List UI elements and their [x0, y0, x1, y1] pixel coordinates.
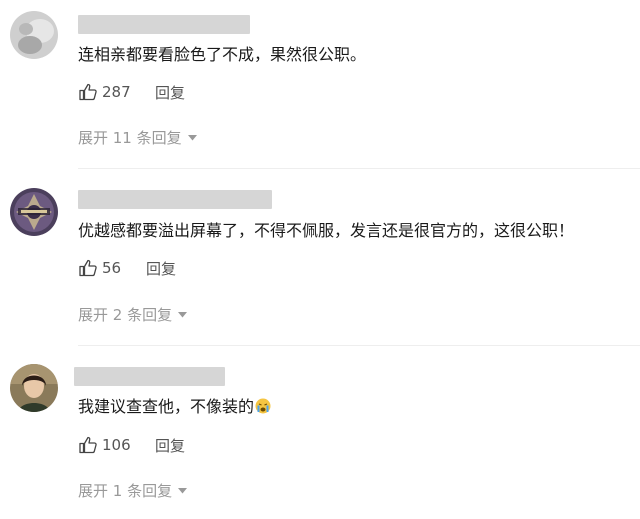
avatar-emblem-icon [10, 188, 58, 236]
divider [78, 168, 640, 169]
avatar-portrait-icon [10, 364, 58, 412]
avatar-photo-icon [10, 11, 58, 59]
reply-button[interactable]: 回复 [155, 436, 185, 456]
like-count: 106 [102, 436, 131, 454]
expand-replies-button[interactable]: 展开 2 条回复 [78, 305, 188, 325]
avatar[interactable] [10, 11, 58, 59]
divider [78, 345, 640, 346]
thumbs-up-icon [79, 83, 97, 101]
expand-replies-button[interactable]: 展开 1 条回复 [78, 481, 188, 501]
comment-text-content: 我建议查查他，不像装的 [78, 397, 255, 416]
like-button[interactable]: 287 [78, 82, 131, 102]
reply-button[interactable]: 回复 [155, 83, 185, 103]
caret-down-icon [178, 488, 188, 494]
expand-replies-label: 展开 1 条回复 [78, 482, 173, 500]
like-count: 56 [102, 259, 122, 277]
like-count: 287 [102, 83, 131, 101]
expand-replies-label: 展开 2 条回复 [78, 306, 173, 324]
caret-down-icon [178, 312, 188, 318]
like-button[interactable]: 56 [78, 258, 121, 278]
comment-text: 连相亲都要看脸色了不成，果然很公职。 [78, 45, 367, 64]
thumbs-up-icon [79, 436, 97, 454]
redacted-username [78, 190, 272, 209]
crying-face-icon [255, 398, 271, 419]
caret-down-icon [187, 135, 197, 141]
reply-button[interactable]: 回复 [146, 259, 176, 279]
expand-replies-button[interactable]: 展开 11 条回复 [78, 128, 197, 148]
comment-text: 我建议查查他，不像装的 [78, 397, 271, 419]
avatar[interactable] [10, 188, 58, 236]
redacted-username [74, 367, 225, 386]
avatar[interactable] [10, 364, 58, 412]
like-button[interactable]: 106 [78, 435, 131, 455]
redacted-username [78, 15, 250, 34]
thumbs-up-icon [79, 259, 97, 277]
expand-replies-label: 展开 11 条回复 [78, 129, 182, 147]
comment-text: 优越感都要溢出屏幕了，不得不佩服，发言还是很官方的，这很公职！ [78, 221, 575, 240]
